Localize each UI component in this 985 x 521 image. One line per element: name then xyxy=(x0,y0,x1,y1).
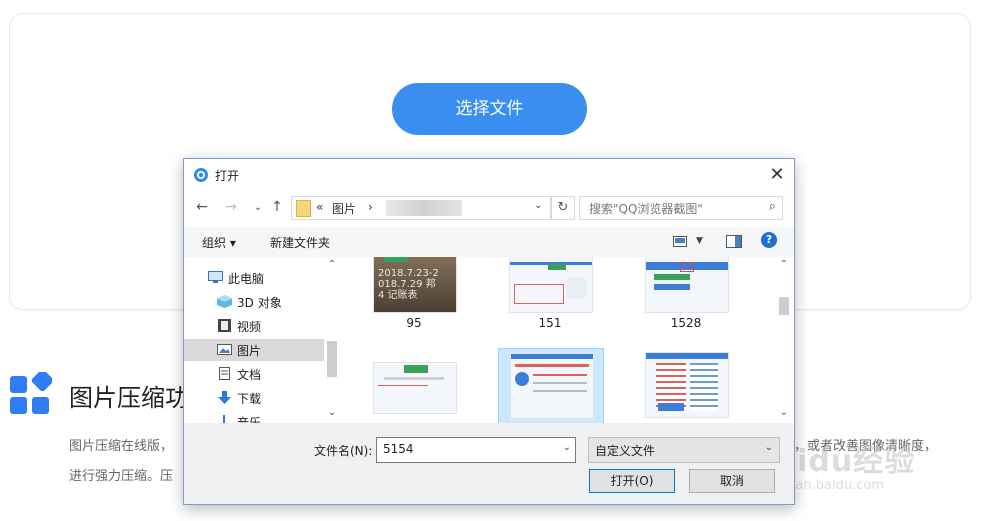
filename-dropdown-icon[interactable]: ⌄ xyxy=(563,442,571,453)
help-icon[interactable]: ? xyxy=(761,232,777,248)
video-icon xyxy=(218,319,231,332)
navigation-scrollbar[interactable]: ⌃ ⌄ xyxy=(324,257,340,423)
file-type-value: 自定义文件 xyxy=(595,444,656,458)
file-item[interactable]: 2018.7.23-2 018.7.29 邦 4 记账表 95 xyxy=(362,257,466,339)
file-thumbnail xyxy=(510,353,594,419)
file-thumbnail: 2018.7.23-2 018.7.29 邦 4 记账表 xyxy=(373,257,457,313)
breadcrumb-pictures[interactable]: 图片 xyxy=(332,200,356,217)
tree-item-label: 此电脑 xyxy=(228,272,265,286)
browser-logo-icon xyxy=(194,168,208,182)
file-item-selected[interactable]: 5154 xyxy=(498,348,604,423)
filename-value: 5154 xyxy=(383,442,414,456)
breadcrumb-overflow[interactable]: « xyxy=(316,200,323,214)
dialog-titlebar: 打开 ✕ xyxy=(184,159,794,191)
file-thumbnail xyxy=(645,257,729,313)
file-list-scrollbar[interactable]: ⌃ ⌄ xyxy=(776,257,793,423)
file-thumbnail xyxy=(373,362,457,414)
filename-input[interactable]: 5154 ⌄ xyxy=(376,437,576,463)
dialog-toolbar: 组织 ▾ 新建文件夹 ▼ xyxy=(184,227,794,257)
tree-item-label: 文档 xyxy=(237,368,262,382)
tree-item-label: 3D 对象 xyxy=(237,296,282,310)
file-type-dropdown-icon[interactable]: ⌄ xyxy=(765,442,773,453)
blurred-breadcrumb xyxy=(386,200,462,216)
navigation-pane: 此电脑 3D 对象 视频 图片 文档 下载 音乐 xyxy=(184,257,340,430)
open-button[interactable]: 打开(O) xyxy=(589,469,675,493)
dialog-title: 打开 xyxy=(215,169,240,183)
feature-description-line2: 进行强力压缩。压 xyxy=(69,469,174,484)
close-button[interactable]: ✕ xyxy=(760,159,794,191)
feature-title: 图片压缩功 xyxy=(69,384,189,412)
view-options-icon[interactable] xyxy=(673,236,687,247)
file-thumbnail xyxy=(645,352,729,418)
breadcrumb-separator: › xyxy=(368,200,373,214)
scroll-down-icon[interactable]: ⌄ xyxy=(776,407,792,418)
thumbnail-text: 2018.7.23-2 018.7.29 邦 4 记账表 xyxy=(378,268,439,301)
scroll-thumb[interactable] xyxy=(779,297,789,315)
recent-locations-chevron-icon[interactable]: ⌄ xyxy=(249,202,267,213)
tree-item-label: 图片 xyxy=(237,344,262,358)
filename-label: 文件名(N): xyxy=(314,444,373,458)
up-arrow-icon[interactable]: ↑ xyxy=(268,199,286,215)
view-dropdown-icon[interactable]: ▼ xyxy=(696,236,703,246)
refresh-icon[interactable]: ↻ xyxy=(551,196,575,220)
choose-file-button[interactable]: 选择文件 xyxy=(392,83,587,135)
file-type-select[interactable]: 自定义文件 ⌄ xyxy=(588,437,780,463)
back-arrow-icon[interactable]: ← xyxy=(193,199,211,215)
preview-pane-icon[interactable] xyxy=(726,235,742,248)
tree-item-documents[interactable]: 文档 xyxy=(184,363,324,385)
tree-item-this-pc[interactable]: 此电脑 xyxy=(184,267,324,289)
cube-icon xyxy=(217,295,232,308)
file-name: 151 xyxy=(538,316,562,330)
document-icon xyxy=(219,367,230,380)
file-item[interactable]: 151 xyxy=(498,257,602,339)
file-item[interactable]: 4541 xyxy=(362,348,466,423)
tree-item-3d-objects[interactable]: 3D 对象 xyxy=(184,291,324,313)
new-folder-button[interactable]: 新建文件夹 xyxy=(270,234,330,251)
open-file-dialog: 打开 ✕ ← → ⌄ ↑ « 图片 › ⌄ ↻ 搜索"QQ浏览器截图" ⌕ 组织… xyxy=(183,158,795,505)
forward-arrow-icon[interactable]: → xyxy=(222,199,240,215)
file-name: 1528 xyxy=(670,316,702,330)
file-name: 95 xyxy=(406,316,422,330)
folder-icon xyxy=(296,200,311,217)
search-placeholder: 搜索"QQ浏览器截图" xyxy=(589,202,703,216)
tree-item-pictures[interactable]: 图片 xyxy=(184,339,324,361)
scroll-down-icon[interactable]: ⌄ xyxy=(324,407,340,418)
download-icon xyxy=(218,391,231,404)
apps-icon xyxy=(10,372,52,414)
file-thumbnail xyxy=(509,257,593,313)
tree-item-label: 视频 xyxy=(237,320,262,334)
file-item[interactable]: 1528 xyxy=(634,257,738,339)
search-input[interactable]: 搜索"QQ浏览器截图" ⌕ xyxy=(579,196,783,220)
tree-item-downloads[interactable]: 下载 xyxy=(184,387,324,409)
file-item[interactable]: 5615 xyxy=(634,348,738,423)
pc-icon xyxy=(208,271,223,283)
cancel-button[interactable]: 取消 xyxy=(689,469,775,493)
tree-item-label: 下载 xyxy=(237,392,262,406)
scroll-thumb[interactable] xyxy=(327,341,337,377)
tree-item-videos[interactable]: 视频 xyxy=(184,315,324,337)
feature-description-line1: 图片压缩在线版， xyxy=(69,439,174,454)
search-icon: ⌕ xyxy=(768,199,776,214)
scroll-up-icon[interactable]: ⌃ xyxy=(776,259,792,270)
file-list: 2018.7.23-2 018.7.29 邦 4 记账表 95 151 1528 xyxy=(342,257,776,423)
picture-icon xyxy=(217,344,232,355)
address-dropdown-icon[interactable]: ⌄ xyxy=(534,200,542,211)
scroll-up-icon[interactable]: ⌃ xyxy=(324,259,340,270)
organize-button[interactable]: 组织 ▾ xyxy=(202,234,236,251)
address-bar[interactable]: « 图片 › ⌄ xyxy=(291,196,551,220)
